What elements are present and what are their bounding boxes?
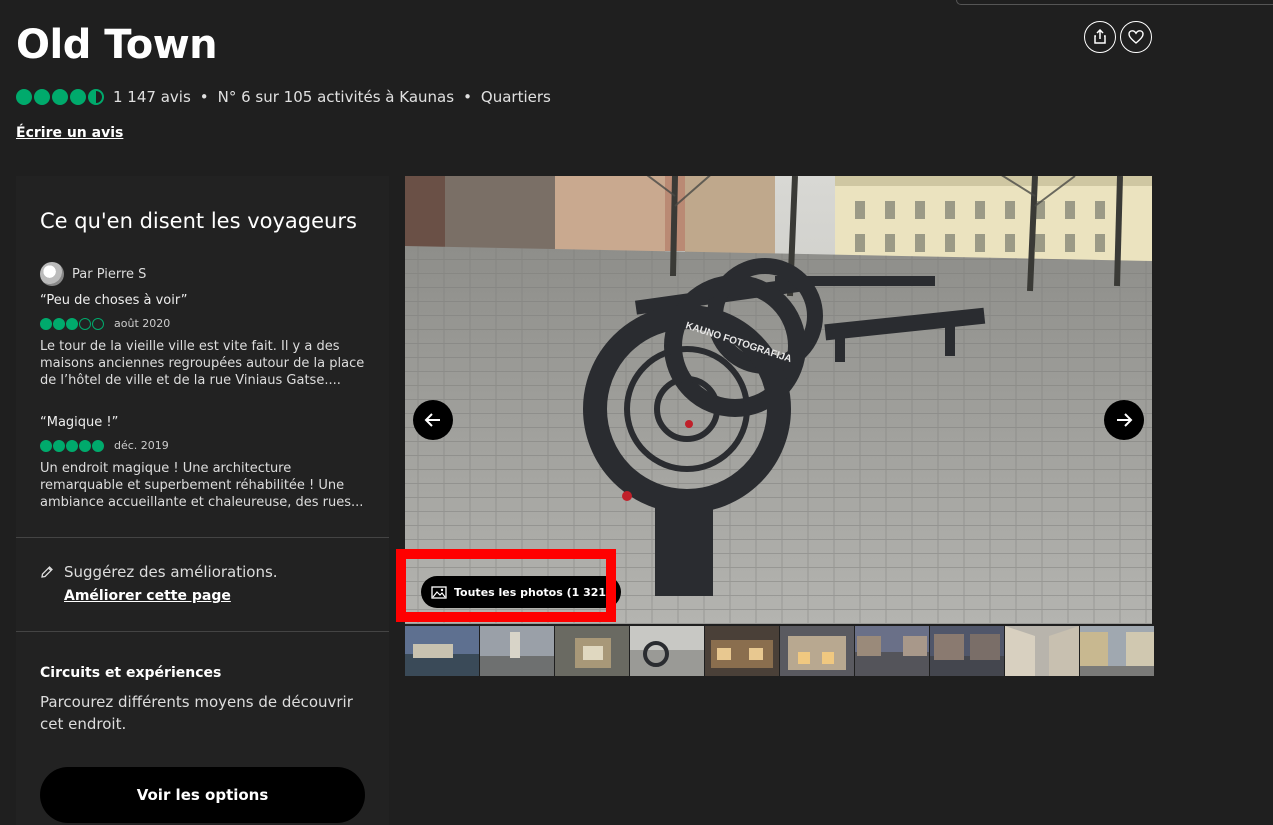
review-author[interactable]: Par Pierre S xyxy=(40,262,146,286)
review-card[interactable]: “Magique !” déc. 2019 Un endroit magique… xyxy=(40,415,370,511)
share-icon xyxy=(1094,29,1106,44)
review-title: “Magique !” xyxy=(40,415,119,430)
ranking-link[interactable]: N° 6 sur 105 activités à Kaunas xyxy=(218,88,454,106)
bubble-empty xyxy=(79,317,91,330)
review-text: Un endroit magique ! Une architecture re… xyxy=(40,461,364,510)
review-date: août 2020 xyxy=(114,317,171,330)
arrow-left-icon xyxy=(424,413,440,427)
review-title: “Peu de choses à voir” xyxy=(40,293,188,308)
bubble-full xyxy=(34,89,50,105)
thumbnail[interactable] xyxy=(930,626,1004,676)
page-title: Old Town xyxy=(16,22,218,68)
write-review-link[interactable]: Écrire un avis xyxy=(16,125,123,141)
all-photos-button[interactable]: Toutes les photos (1 321) xyxy=(421,576,622,608)
thumbnail-strip xyxy=(405,626,1154,676)
suggest-row: Suggérez des améliorations. xyxy=(40,563,278,581)
divider xyxy=(16,537,389,538)
see-options-button[interactable]: Voir les options xyxy=(40,767,365,823)
main-photo: KAUNO FOTOGRAFIJA xyxy=(405,176,1152,624)
all-photos-label: Toutes les photos (1 321) xyxy=(454,585,612,599)
circuits-text: Parcourez différents moyens de découvrir… xyxy=(40,693,353,733)
photo-gallery[interactable]: KAUNO FOTOGRAFIJA Toutes les photos (1 3… xyxy=(405,176,1152,624)
pencil-icon xyxy=(41,566,53,578)
avatar xyxy=(40,262,64,286)
thumbnail[interactable] xyxy=(480,626,554,676)
bubble-empty xyxy=(92,317,104,330)
search-bar-edge xyxy=(956,0,1273,5)
rating-bubbles xyxy=(16,89,104,105)
bubble-full xyxy=(92,439,104,452)
image-icon xyxy=(431,585,447,599)
review-text: Le tour de la vieille ville est vite fai… xyxy=(40,339,365,388)
bubble-full xyxy=(66,439,78,452)
bubble-full xyxy=(66,317,78,330)
panel-title: Ce qu'en disent les voyageurs xyxy=(40,209,357,233)
thumbnail[interactable] xyxy=(555,626,629,676)
category-link[interactable]: Quartiers xyxy=(481,88,551,106)
separator-dot: • xyxy=(463,88,472,106)
separator-dot: • xyxy=(199,88,209,106)
bubble-full xyxy=(70,89,86,105)
review-date: déc. 2019 xyxy=(114,439,169,452)
author-name: Par Pierre S xyxy=(72,266,147,282)
arrow-right-icon xyxy=(1117,413,1133,427)
bubble-full xyxy=(52,89,68,105)
next-photo-button[interactable] xyxy=(1104,400,1144,440)
rating-row: 1 147 avis • N° 6 sur 105 activités à Ka… xyxy=(16,88,551,106)
bubble-full xyxy=(53,439,65,452)
share-button[interactable] xyxy=(1084,21,1116,53)
thumbnail[interactable] xyxy=(1005,626,1079,676)
thumbnail[interactable] xyxy=(1080,626,1154,676)
improve-page-link[interactable]: Améliorer cette page xyxy=(64,588,231,604)
bubble-full xyxy=(16,89,32,105)
thumbnail[interactable] xyxy=(705,626,779,676)
review-rating xyxy=(40,317,104,330)
save-button[interactable] xyxy=(1120,21,1152,53)
suggest-text: Suggérez des améliorations. xyxy=(64,563,278,581)
previous-photo-button[interactable] xyxy=(413,400,453,440)
review-card[interactable]: “Peu de choses à voir” août 2020 Le tour… xyxy=(40,293,370,389)
heart-icon xyxy=(1128,30,1144,44)
bubble-full xyxy=(40,439,52,452)
circuits-title: Circuits et expériences xyxy=(40,665,222,681)
traveler-panel: Ce qu'en disent les voyageurs Par Pierre… xyxy=(16,176,389,825)
bubble-full xyxy=(53,317,65,330)
thumbnail[interactable] xyxy=(780,626,854,676)
reviews-count-link[interactable]: 1 147 avis xyxy=(113,88,191,106)
review-rating xyxy=(40,439,104,452)
bubble-full xyxy=(79,439,91,452)
thumbnail[interactable] xyxy=(630,626,704,676)
bubble-half xyxy=(88,89,104,105)
divider xyxy=(16,631,389,632)
thumbnail[interactable] xyxy=(405,626,479,676)
bubble-full xyxy=(40,317,52,330)
thumbnail[interactable] xyxy=(855,626,929,676)
